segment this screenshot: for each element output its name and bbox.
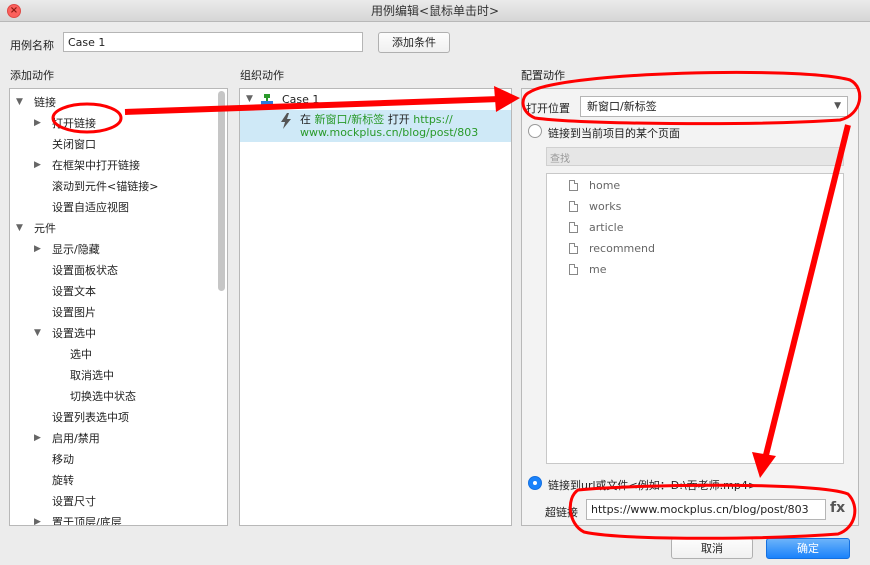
annotation-circle-open-link <box>51 102 123 134</box>
annotation-arrow-line-1 <box>124 96 501 115</box>
annotation-circle-open-location <box>521 70 862 126</box>
annotation-circle-hyperlink <box>568 483 857 540</box>
annotation-arrow-head-2 <box>752 452 776 478</box>
annotation-arrow-head-1 <box>494 86 520 112</box>
annotation-overlay <box>51 70 862 540</box>
annotation-arrow-line-2 <box>763 124 851 456</box>
